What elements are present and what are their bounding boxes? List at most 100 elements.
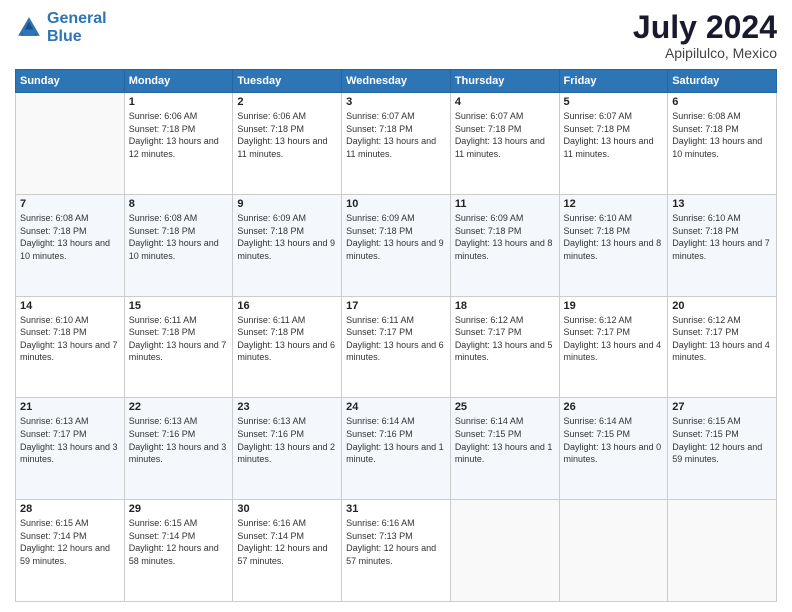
day-info: Sunrise: 6:06 AMSunset: 7:18 PMDaylight:… bbox=[129, 110, 229, 160]
day-number: 21 bbox=[20, 401, 120, 413]
day-info: Sunrise: 6:14 AMSunset: 7:15 PMDaylight:… bbox=[455, 415, 555, 465]
calendar-cell: 3 Sunrise: 6:07 AMSunset: 7:18 PMDaylight… bbox=[342, 93, 451, 195]
day-info: Sunrise: 6:14 AMSunset: 7:15 PMDaylight:… bbox=[564, 415, 664, 465]
logo-icon bbox=[15, 14, 43, 42]
day-info: Sunrise: 6:10 AMSunset: 7:18 PMDaylight:… bbox=[20, 314, 120, 364]
calendar-cell: 29 Sunrise: 6:15 AMSunset: 7:14 PMDayligh… bbox=[124, 500, 233, 602]
day-number: 15 bbox=[129, 300, 229, 312]
day-info: Sunrise: 6:15 AMSunset: 7:14 PMDaylight:… bbox=[20, 517, 120, 567]
day-number: 26 bbox=[564, 401, 664, 413]
weekday-header: Friday bbox=[559, 70, 668, 93]
calendar-cell: 15 Sunrise: 6:11 AMSunset: 7:18 PMDayligh… bbox=[124, 296, 233, 398]
calendar-cell: 5 Sunrise: 6:07 AMSunset: 7:18 PMDaylight… bbox=[559, 93, 668, 195]
day-number: 8 bbox=[129, 198, 229, 210]
day-info: Sunrise: 6:13 AMSunset: 7:16 PMDaylight:… bbox=[237, 415, 337, 465]
calendar-cell: 6 Sunrise: 6:08 AMSunset: 7:18 PMDaylight… bbox=[668, 93, 777, 195]
day-number: 29 bbox=[129, 503, 229, 515]
day-info: Sunrise: 6:16 AMSunset: 7:13 PMDaylight:… bbox=[346, 517, 446, 567]
day-number: 1 bbox=[129, 96, 229, 108]
calendar-cell bbox=[16, 93, 125, 195]
day-number: 27 bbox=[672, 401, 772, 413]
calendar-cell: 2 Sunrise: 6:06 AMSunset: 7:18 PMDaylight… bbox=[233, 93, 342, 195]
calendar-cell: 7 Sunrise: 6:08 AMSunset: 7:18 PMDaylight… bbox=[16, 194, 125, 296]
day-info: Sunrise: 6:07 AMSunset: 7:18 PMDaylight:… bbox=[455, 110, 555, 160]
day-info: Sunrise: 6:11 AMSunset: 7:17 PMDaylight:… bbox=[346, 314, 446, 364]
day-number: 12 bbox=[564, 198, 664, 210]
day-info: Sunrise: 6:06 AMSunset: 7:18 PMDaylight:… bbox=[237, 110, 337, 160]
calendar-cell: 19 Sunrise: 6:12 AMSunset: 7:17 PMDayligh… bbox=[559, 296, 668, 398]
day-number: 19 bbox=[564, 300, 664, 312]
calendar-cell: 4 Sunrise: 6:07 AMSunset: 7:18 PMDaylight… bbox=[450, 93, 559, 195]
day-number: 9 bbox=[237, 198, 337, 210]
calendar-cell: 9Sunrise: 6:09 AMSunset: 7:18 PMDaylight… bbox=[233, 194, 342, 296]
header: General Blue July 2024 Apipilulco, Mexic… bbox=[15, 10, 777, 61]
calendar-cell: 8 Sunrise: 6:08 AMSunset: 7:18 PMDaylight… bbox=[124, 194, 233, 296]
day-info: Sunrise: 6:07 AMSunset: 7:18 PMDaylight:… bbox=[346, 110, 446, 160]
calendar-cell: 13 Sunrise: 6:10 AMSunset: 7:18 PMDayligh… bbox=[668, 194, 777, 296]
calendar-cell bbox=[559, 500, 668, 602]
logo-text: General Blue bbox=[47, 10, 107, 45]
day-number: 10 bbox=[346, 198, 446, 210]
day-number: 6 bbox=[672, 96, 772, 108]
day-info: Sunrise: 6:11 AMSunset: 7:18 PMDaylight:… bbox=[129, 314, 229, 364]
day-number: 4 bbox=[455, 96, 555, 108]
weekday-header: Saturday bbox=[668, 70, 777, 93]
weekday-header: Wednesday bbox=[342, 70, 451, 93]
day-info: Sunrise: 6:13 AMSunset: 7:17 PMDaylight:… bbox=[20, 415, 120, 465]
day-number: 24 bbox=[346, 401, 446, 413]
day-number: 7 bbox=[20, 198, 120, 210]
day-number: 2 bbox=[237, 96, 337, 108]
day-info: Sunrise: 6:08 AMSunset: 7:18 PMDaylight:… bbox=[129, 212, 229, 262]
day-number: 28 bbox=[20, 503, 120, 515]
calendar-cell: 14 Sunrise: 6:10 AMSunset: 7:18 PMDayligh… bbox=[16, 296, 125, 398]
calendar-cell: 16 Sunrise: 6:11 AMSunset: 7:18 PMDayligh… bbox=[233, 296, 342, 398]
day-number: 22 bbox=[129, 401, 229, 413]
day-number: 3 bbox=[346, 96, 446, 108]
calendar-cell: 17Sunrise: 6:11 AMSunset: 7:17 PMDayligh… bbox=[342, 296, 451, 398]
calendar-cell: 12 Sunrise: 6:10 AMSunset: 7:18 PMDayligh… bbox=[559, 194, 668, 296]
calendar-cell: 25Sunrise: 6:14 AMSunset: 7:15 PMDayligh… bbox=[450, 398, 559, 500]
calendar-cell: 23Sunrise: 6:13 AMSunset: 7:16 PMDayligh… bbox=[233, 398, 342, 500]
title-block: July 2024 Apipilulco, Mexico bbox=[633, 10, 777, 61]
calendar-cell: 1 Sunrise: 6:06 AMSunset: 7:18 PMDaylight… bbox=[124, 93, 233, 195]
day-info: Sunrise: 6:15 AMSunset: 7:14 PMDaylight:… bbox=[129, 517, 229, 567]
day-info: Sunrise: 6:14 AMSunset: 7:16 PMDaylight:… bbox=[346, 415, 446, 465]
weekday-header: Thursday bbox=[450, 70, 559, 93]
day-number: 13 bbox=[672, 198, 772, 210]
calendar: SundayMondayTuesdayWednesdayThursdayFrid… bbox=[15, 69, 777, 602]
calendar-cell bbox=[450, 500, 559, 602]
month-year: July 2024 bbox=[633, 10, 777, 45]
calendar-cell: 26 Sunrise: 6:14 AMSunset: 7:15 PMDayligh… bbox=[559, 398, 668, 500]
calendar-cell: 10 Sunrise: 6:09 AMSunset: 7:18 PMDayligh… bbox=[342, 194, 451, 296]
day-number: 11 bbox=[455, 198, 555, 210]
calendar-cell: 11 Sunrise: 6:09 AMSunset: 7:18 PMDayligh… bbox=[450, 194, 559, 296]
day-info: Sunrise: 6:08 AMSunset: 7:18 PMDaylight:… bbox=[20, 212, 120, 262]
day-number: 18 bbox=[455, 300, 555, 312]
day-info: Sunrise: 6:15 AMSunset: 7:15 PMDaylight:… bbox=[672, 415, 772, 465]
day-info: Sunrise: 6:13 AMSunset: 7:16 PMDaylight:… bbox=[129, 415, 229, 465]
calendar-cell: 28 Sunrise: 6:15 AMSunset: 7:14 PMDayligh… bbox=[16, 500, 125, 602]
day-info: Sunrise: 6:10 AMSunset: 7:18 PMDaylight:… bbox=[564, 212, 664, 262]
day-number: 16 bbox=[237, 300, 337, 312]
logo-line2: Blue bbox=[47, 28, 82, 45]
weekday-header: Sunday bbox=[16, 70, 125, 93]
day-info: Sunrise: 6:12 AMSunset: 7:17 PMDaylight:… bbox=[455, 314, 555, 364]
calendar-cell: 22 Sunrise: 6:13 AMSunset: 7:16 PMDayligh… bbox=[124, 398, 233, 500]
day-info: Sunrise: 6:09 AMSunset: 7:18 PMDaylight:… bbox=[346, 212, 446, 262]
day-info: Sunrise: 6:11 AMSunset: 7:18 PMDaylight:… bbox=[237, 314, 337, 364]
day-info: Sunrise: 6:07 AMSunset: 7:18 PMDaylight:… bbox=[564, 110, 664, 160]
day-info: Sunrise: 6:09 AMSunset: 7:18 PMDaylight:… bbox=[455, 212, 555, 262]
calendar-cell: 20 Sunrise: 6:12 AMSunset: 7:17 PMDayligh… bbox=[668, 296, 777, 398]
weekday-header: Monday bbox=[124, 70, 233, 93]
day-number: 20 bbox=[672, 300, 772, 312]
day-number: 30 bbox=[237, 503, 337, 515]
day-info: Sunrise: 6:10 AMSunset: 7:18 PMDaylight:… bbox=[672, 212, 772, 262]
day-info: Sunrise: 6:12 AMSunset: 7:17 PMDaylight:… bbox=[672, 314, 772, 364]
day-number: 14 bbox=[20, 300, 120, 312]
calendar-cell: 24 Sunrise: 6:14 AMSunset: 7:16 PMDayligh… bbox=[342, 398, 451, 500]
day-info: Sunrise: 6:08 AMSunset: 7:18 PMDaylight:… bbox=[672, 110, 772, 160]
page: General Blue July 2024 Apipilulco, Mexic… bbox=[0, 0, 792, 612]
day-number: 5 bbox=[564, 96, 664, 108]
location: Apipilulco, Mexico bbox=[633, 45, 777, 61]
day-info: Sunrise: 6:12 AMSunset: 7:17 PMDaylight:… bbox=[564, 314, 664, 364]
